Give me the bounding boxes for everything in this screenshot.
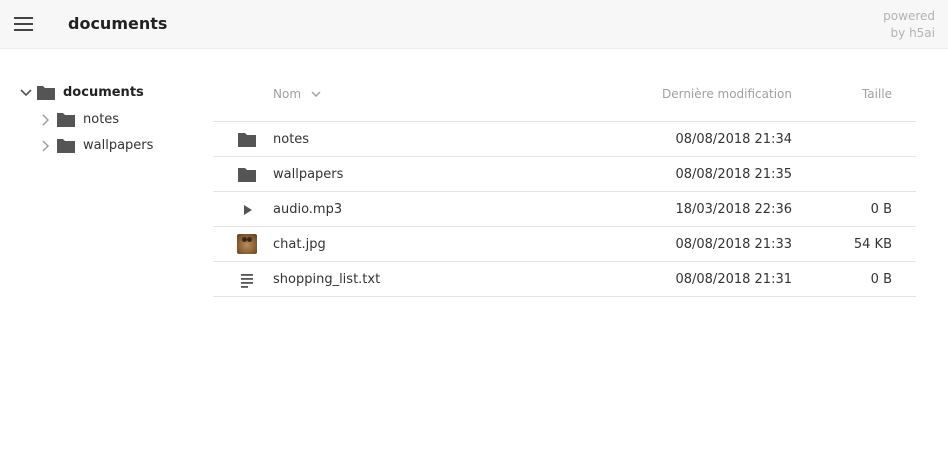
item-name: audio.mp3 [273,202,343,217]
item-name: chat.jpg [273,237,326,252]
tree-item-label: wallpapers [83,138,154,153]
column-header-size[interactable]: Taille [862,87,892,101]
list-item-audio[interactable]: audio.mp3 18/03/2018 22:36 0 B [213,192,916,227]
item-date: 08/08/2018 21:31 [675,272,792,287]
chevron-right-icon[interactable] [39,113,53,127]
item-name: wallpapers [273,167,344,182]
list-item-wallpapers[interactable]: wallpapers 08/08/2018 21:35 [213,157,916,192]
item-size: 0 B [870,272,892,287]
item-name: shopping_list.txt [273,272,381,287]
column-header-name[interactable]: Nom [273,87,321,101]
image-thumbnail-icon [237,234,257,254]
chevron-right-icon[interactable] [39,139,53,153]
hamburger-menu-icon[interactable] [12,13,36,35]
powered-line-1: powered [883,9,935,23]
sort-chevron-down-icon[interactable] [310,87,322,101]
tree-item-label: documents [63,85,144,100]
powered-line-2: by h5ai [890,26,935,40]
tree-item-documents[interactable]: documents [0,80,200,106]
folder-icon [37,86,55,100]
list-header: Nom Dernière modification Taille [213,80,916,122]
item-size: 0 B [870,202,892,217]
list-item-shopping-list[interactable]: shopping_list.txt 08/08/2018 21:31 0 B [213,262,916,297]
folder-icon [238,168,256,182]
play-icon [244,205,252,215]
tree-item-notes[interactable]: notes [0,107,200,133]
page-title: documents [68,14,168,33]
powered-by-link[interactable]: powered by h5ai [883,8,935,42]
folder-icon [238,133,256,147]
column-header-name-label: Nom [273,87,302,101]
tree-item-label: notes [83,112,120,127]
item-size: 54 KB [853,237,892,252]
chevron-down-icon[interactable] [19,86,33,100]
folder-icon [57,139,75,153]
item-date: 08/08/2018 21:35 [675,167,792,182]
top-bar: documents powered by h5ai [0,0,948,49]
item-date: 08/08/2018 21:33 [675,237,792,252]
list-item-chat-jpg[interactable]: chat.jpg 08/08/2018 21:33 54 KB [213,227,916,262]
text-file-icon [241,274,253,288]
item-name: notes [273,132,310,147]
column-header-date[interactable]: Dernière modification [662,87,792,101]
item-date: 08/08/2018 21:34 [675,132,792,147]
list-item-notes[interactable]: notes 08/08/2018 21:34 [213,122,916,157]
folder-icon [57,113,75,127]
item-date: 18/03/2018 22:36 [675,202,792,217]
tree-item-wallpapers[interactable]: wallpapers [0,133,200,159]
